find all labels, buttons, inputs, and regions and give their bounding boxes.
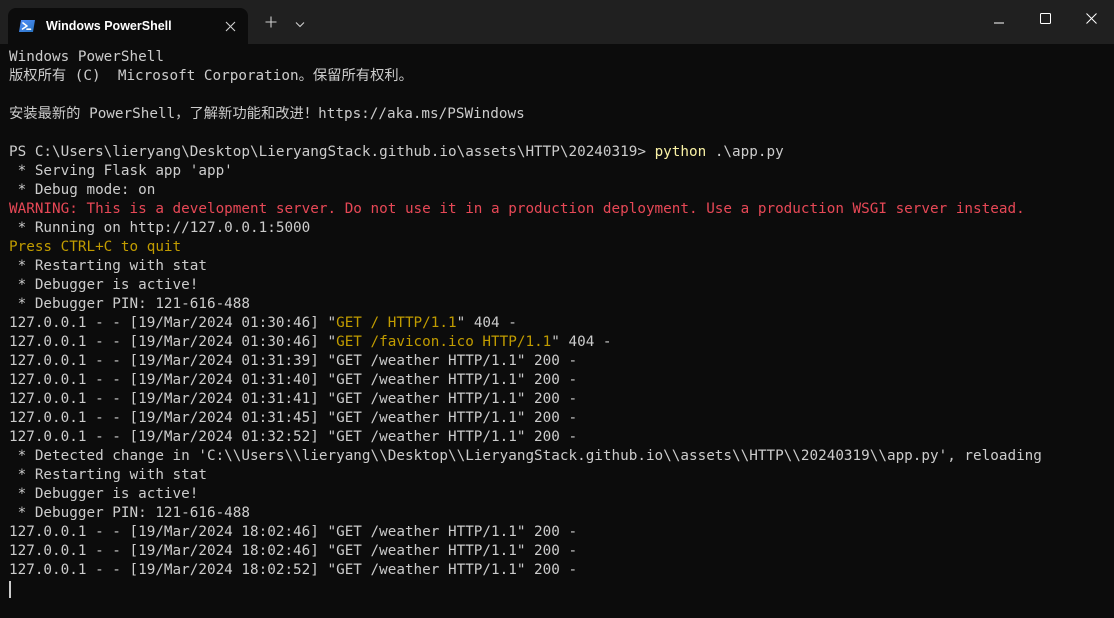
terminal-line: * Debugger is active! bbox=[9, 486, 199, 502]
quit-hint-line: Press CTRL+C to quit bbox=[9, 239, 182, 255]
prompt-line: PS C:\Users\lieryang\Desktop\LieryangSta… bbox=[9, 143, 1114, 162]
chevron-down-icon bbox=[295, 15, 305, 33]
log-line: 127.0.0.1 - - [19/Mar/2024 01:31:40] "GE… bbox=[9, 372, 578, 388]
terminal-window: Windows PowerShell Windows PowerShell 版权… bbox=[0, 0, 1114, 618]
log-suffix: " 404 - bbox=[551, 334, 612, 350]
terminal-line: * Debugger PIN: 121-616-488 bbox=[9, 296, 251, 312]
maximize-icon bbox=[1039, 11, 1051, 29]
title-bar[interactable]: Windows PowerShell bbox=[0, 0, 1114, 44]
close-icon bbox=[1085, 11, 1097, 29]
minimize-icon bbox=[994, 11, 1004, 29]
terminal-line: * Debugger is active! bbox=[9, 277, 199, 293]
terminal-line: * Restarting with stat bbox=[9, 467, 207, 483]
text-cursor bbox=[9, 580, 11, 598]
terminal-line: * Debug mode: on bbox=[9, 182, 156, 198]
terminal-line: * Serving Flask app 'app' bbox=[9, 163, 233, 179]
command: python bbox=[654, 144, 707, 160]
minimize-button[interactable] bbox=[976, 0, 1022, 40]
plus-icon bbox=[265, 15, 277, 33]
log-request: GET / HTTP/1.1 bbox=[336, 315, 457, 331]
prompt: PS C:\Users\lieryang\Desktop\LieryangSta… bbox=[9, 144, 655, 160]
log-line: 127.0.0.1 - - [19/Mar/2024 01:31:41] "GE… bbox=[9, 391, 578, 407]
log-line: 127.0.0.1 - - [19/Mar/2024 01:30:46] "GE… bbox=[9, 333, 1114, 352]
tab-windows-powershell[interactable]: Windows PowerShell bbox=[8, 8, 248, 44]
warning-line: WARNING: This is a development server. D… bbox=[9, 201, 1025, 217]
maximize-button[interactable] bbox=[1022, 0, 1068, 40]
log-line: 127.0.0.1 - - [19/Mar/2024 01:31:45] "GE… bbox=[9, 410, 578, 426]
terminal-line: * Restarting with stat bbox=[9, 258, 207, 274]
command-args: .\app.py bbox=[706, 144, 784, 160]
log-prefix: 127.0.0.1 - - [19/Mar/2024 01:30:46] " bbox=[9, 315, 337, 331]
log-line: 127.0.0.1 - - [19/Mar/2024 18:02:52] "GE… bbox=[9, 562, 578, 578]
log-prefix: 127.0.0.1 - - [19/Mar/2024 01:30:46] " bbox=[9, 334, 337, 350]
log-line: 127.0.0.1 - - [19/Mar/2024 18:02:46] "GE… bbox=[9, 524, 578, 540]
terminal-output[interactable]: Windows PowerShell 版权所有 (C) Microsoft Co… bbox=[0, 44, 1114, 618]
tab-title: Windows PowerShell bbox=[46, 19, 172, 33]
close-window-button[interactable] bbox=[1068, 0, 1114, 40]
log-line: 127.0.0.1 - - [19/Mar/2024 01:30:46] "GE… bbox=[9, 314, 1114, 333]
log-request: GET /favicon.ico HTTP/1.1 bbox=[336, 334, 552, 350]
close-tab-icon[interactable] bbox=[220, 16, 240, 36]
terminal-line: Windows PowerShell bbox=[9, 49, 164, 65]
new-tab-button[interactable] bbox=[258, 8, 284, 40]
log-suffix: " 404 - bbox=[456, 315, 517, 331]
profiles-dropdown-button[interactable] bbox=[288, 8, 312, 40]
powershell-icon bbox=[18, 17, 36, 35]
log-line: 127.0.0.1 - - [19/Mar/2024 01:32:52] "GE… bbox=[9, 429, 578, 445]
log-line: 127.0.0.1 - - [19/Mar/2024 18:02:46] "GE… bbox=[9, 543, 578, 559]
terminal-line: 安装最新的 PowerShell，了解新功能和改进！https://aka.ms… bbox=[9, 106, 525, 122]
log-line: 127.0.0.1 - - [19/Mar/2024 01:31:39] "GE… bbox=[9, 353, 578, 369]
terminal-line: * Debugger PIN: 121-616-488 bbox=[9, 505, 251, 521]
input-line[interactable] bbox=[9, 580, 1114, 599]
terminal-line: 版权所有 (C) Microsoft Corporation。保留所有权利。 bbox=[9, 68, 413, 84]
terminal-line: * Detected change in 'C:\\Users\\lieryan… bbox=[9, 448, 1042, 464]
terminal-line: * Running on http://127.0.0.1:5000 bbox=[9, 220, 311, 236]
